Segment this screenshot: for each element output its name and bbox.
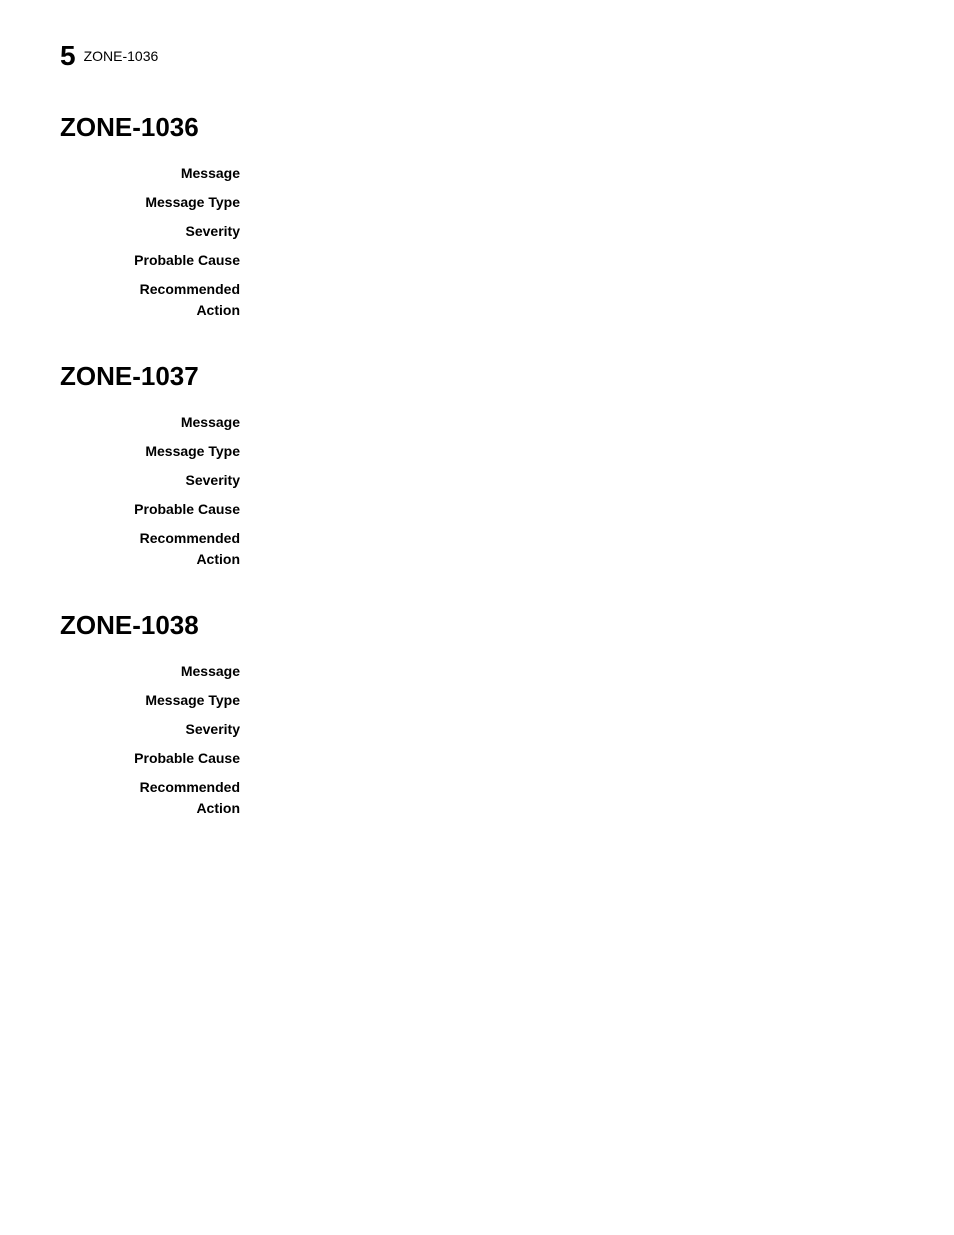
breadcrumb: 5 ZONE-1036: [60, 40, 894, 72]
field-row-0-0: Message: [60, 163, 894, 184]
field-value-1-1: [260, 441, 894, 462]
section-zone-1036: ZONE-1036 Message Message Type Severity Prob…: [60, 112, 894, 321]
field-row-2-3: Probable Cause: [60, 748, 894, 769]
section-zone-1038: ZONE-1038 Message Message Type Severity Prob…: [60, 610, 894, 819]
field-row-2-0: Message: [60, 661, 894, 682]
field-value-2-2: [260, 719, 894, 740]
field-value-0-1: [260, 192, 894, 213]
field-label-0-0: Message: [60, 163, 260, 184]
section-title-zone-1037: ZONE-1037: [60, 361, 894, 392]
field-row-1-4: Recommended Action: [60, 528, 894, 570]
field-label-2-1: Message Type: [60, 690, 260, 711]
section-title-zone-1036: ZONE-1036: [60, 112, 894, 143]
field-label-2-4: Recommended Action: [60, 777, 260, 819]
field-value-0-0: [260, 163, 894, 184]
field-row-0-2: Severity: [60, 221, 894, 242]
field-value-1-3: [260, 499, 894, 520]
field-row-0-3: Probable Cause: [60, 250, 894, 271]
field-row-2-1: Message Type: [60, 690, 894, 711]
field-row-2-2: Severity: [60, 719, 894, 740]
field-value-0-3: [260, 250, 894, 271]
field-label-2-3: Probable Cause: [60, 748, 260, 769]
field-row-1-3: Probable Cause: [60, 499, 894, 520]
breadcrumb-number: 5: [60, 40, 76, 72]
field-row-2-4: Recommended Action: [60, 777, 894, 819]
field-label-1-3: Probable Cause: [60, 499, 260, 520]
field-value-1-2: [260, 470, 894, 491]
section-title-zone-1038: ZONE-1038: [60, 610, 894, 641]
field-value-2-0: [260, 661, 894, 682]
field-label-0-2: Severity: [60, 221, 260, 242]
field-label-1-4: Recommended Action: [60, 528, 260, 570]
breadcrumb-title: ZONE-1036: [84, 48, 159, 64]
section-zone-1037: ZONE-1037 Message Message Type Severity Prob…: [60, 361, 894, 570]
field-row-1-1: Message Type: [60, 441, 894, 462]
field-label-1-1: Message Type: [60, 441, 260, 462]
field-label-2-0: Message: [60, 661, 260, 682]
field-value-1-4: [260, 528, 894, 570]
field-row-1-0: Message: [60, 412, 894, 433]
field-label-2-2: Severity: [60, 719, 260, 740]
field-value-2-4: [260, 777, 894, 819]
field-value-2-3: [260, 748, 894, 769]
field-label-1-0: Message: [60, 412, 260, 433]
field-label-1-2: Severity: [60, 470, 260, 491]
field-value-2-1: [260, 690, 894, 711]
field-row-1-2: Severity: [60, 470, 894, 491]
field-row-0-1: Message Type: [60, 192, 894, 213]
field-label-0-4: Recommended Action: [60, 279, 260, 321]
field-value-1-0: [260, 412, 894, 433]
field-label-0-3: Probable Cause: [60, 250, 260, 271]
field-row-0-4: Recommended Action: [60, 279, 894, 321]
field-value-0-2: [260, 221, 894, 242]
field-label-0-1: Message Type: [60, 192, 260, 213]
field-value-0-4: [260, 279, 894, 321]
